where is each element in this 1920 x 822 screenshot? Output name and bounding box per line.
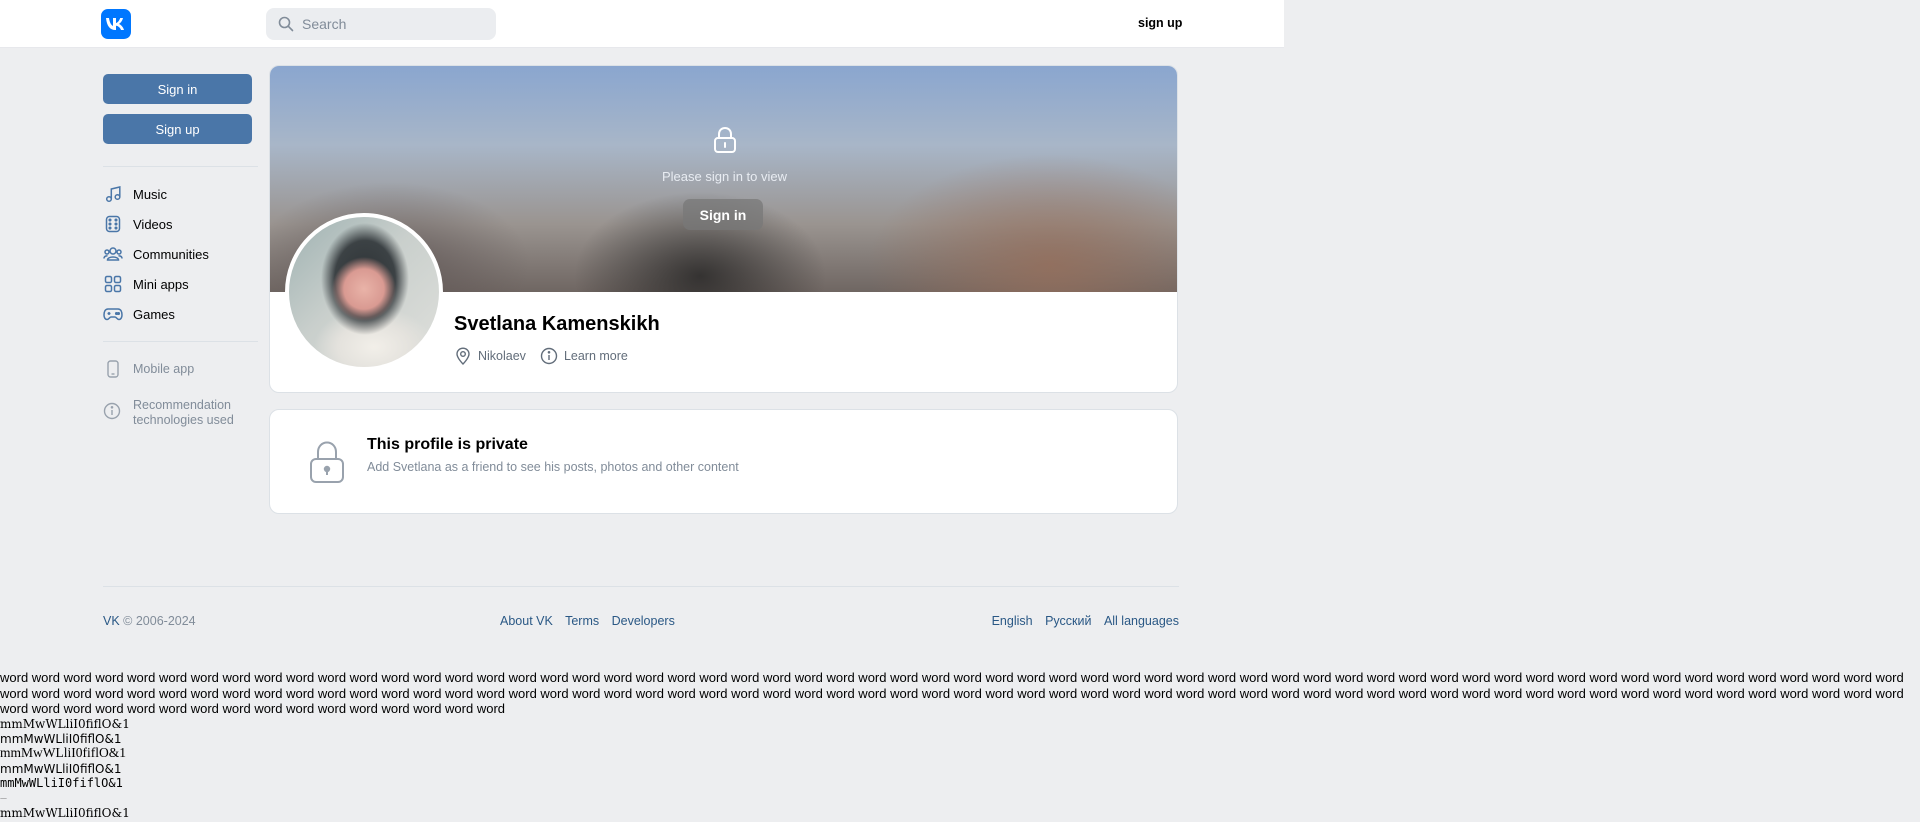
font-test-line: mmMwWLliI0fiflO&1 xyxy=(0,732,122,746)
sidebar-item-music[interactable]: Music xyxy=(103,179,258,209)
sidebar-item-label: Mobile app xyxy=(133,362,195,376)
sidebar-item-label: Communities xyxy=(133,246,209,262)
language-english-link[interactable]: English xyxy=(992,614,1033,628)
search-input[interactable] xyxy=(302,16,482,32)
sidebar-item-recommendations[interactable]: Recommendation technologies used xyxy=(103,398,258,428)
sidebar-signin-button[interactable]: Sign in xyxy=(103,74,252,104)
all-languages-link[interactable]: All languages xyxy=(1104,614,1179,628)
sidebar-item-videos[interactable]: Videos xyxy=(103,209,258,239)
mini-apps-icon xyxy=(103,274,123,294)
cover-signin-prompt: Please sign in to view xyxy=(661,169,787,184)
search-icon xyxy=(278,16,294,32)
profile-card: Please sign in to view Sign in Svetlana … xyxy=(269,65,1178,393)
header-signup-link[interactable]: sign up xyxy=(1138,16,1182,30)
footer-copyright: VK © 2006-2024 xyxy=(103,614,196,628)
sidebar-item-mobile-app[interactable]: Mobile app xyxy=(103,354,258,384)
info-icon xyxy=(540,347,558,365)
sidebar-item-label: Recommendation technologies used xyxy=(133,398,234,427)
top-header: sign up xyxy=(0,0,1284,48)
profile-name: Svetlana Kamenskikh xyxy=(454,313,660,335)
left-sidebar: Sign in Sign up Music Videos Communities… xyxy=(103,74,258,428)
profile-location: Nikolaev xyxy=(454,347,526,365)
vk-logo-icon xyxy=(106,18,124,30)
sidebar-item-communities[interactable]: Communities xyxy=(103,239,258,269)
footer-about-link[interactable]: About VK xyxy=(500,614,553,628)
search-bar[interactable] xyxy=(266,8,496,40)
footer-vk-link[interactable]: VK xyxy=(103,614,120,628)
games-icon xyxy=(103,304,123,324)
font-test-dash: — xyxy=(0,794,7,802)
music-icon xyxy=(103,184,123,204)
footer-developers-link[interactable]: Developers xyxy=(612,614,675,628)
sidebar-divider xyxy=(103,341,258,342)
sidebar-signup-button[interactable]: Sign up xyxy=(103,114,252,144)
private-profile-title: This profile is private xyxy=(367,436,528,453)
private-profile-subtitle: Add Svetlana as a friend to see his post… xyxy=(367,460,739,474)
footer-divider xyxy=(103,586,1179,587)
sidebar-item-games[interactable]: Games xyxy=(103,299,258,329)
location-label: Nikolaev xyxy=(478,349,526,363)
avatar[interactable] xyxy=(285,213,443,371)
language-russian-link[interactable]: Русский xyxy=(1045,614,1091,628)
cover-signin-button[interactable]: Sign in xyxy=(683,199,763,230)
learn-more-label: Learn more xyxy=(563,349,628,363)
communities-icon xyxy=(103,244,123,264)
sidebar-divider xyxy=(103,166,258,167)
vk-logo[interactable] xyxy=(101,9,131,39)
lock-icon xyxy=(712,126,738,154)
mobile-phone-icon xyxy=(103,359,123,379)
private-profile-card: This profile is private Add Svetlana as … xyxy=(269,409,1178,514)
font-test-line: mmMwWLliI0fiflO&1 xyxy=(0,717,130,731)
profile-meta: Nikolaev Learn more xyxy=(454,347,642,365)
sidebar-item-mini-apps[interactable]: Mini apps xyxy=(103,269,258,299)
font-test-line: mmMwWLliI0fiflO&1 xyxy=(0,806,130,820)
footer-language-links: English Русский All languages xyxy=(992,614,1179,628)
font-test-words: word word word word word word word word … xyxy=(0,670,1904,716)
videos-icon xyxy=(103,214,123,234)
font-test-line: mmMwWLliI0fiflO&1 xyxy=(0,762,122,776)
font-test-line-mono: mmMwWLliI0fiflO&1 xyxy=(0,776,123,790)
footer-terms-link[interactable]: Terms xyxy=(565,614,599,628)
info-icon xyxy=(103,402,123,422)
font-test-line: mmMwWLliI0fiflO&1 xyxy=(0,745,126,760)
padlock-icon xyxy=(308,440,346,484)
sidebar-item-label: Mini apps xyxy=(133,276,189,292)
footer-links: About VK Terms Developers xyxy=(500,614,675,628)
sidebar-item-label: Games xyxy=(133,306,175,322)
footer: VK © 2006-2024 About VK Terms Developers… xyxy=(103,614,1179,630)
location-pin-icon xyxy=(454,347,472,365)
sidebar-item-label: Videos xyxy=(133,216,173,232)
learn-more-link[interactable]: Learn more xyxy=(540,347,628,365)
sidebar-item-label: Music xyxy=(133,186,167,202)
copyright-text: © 2006-2024 xyxy=(119,614,196,628)
